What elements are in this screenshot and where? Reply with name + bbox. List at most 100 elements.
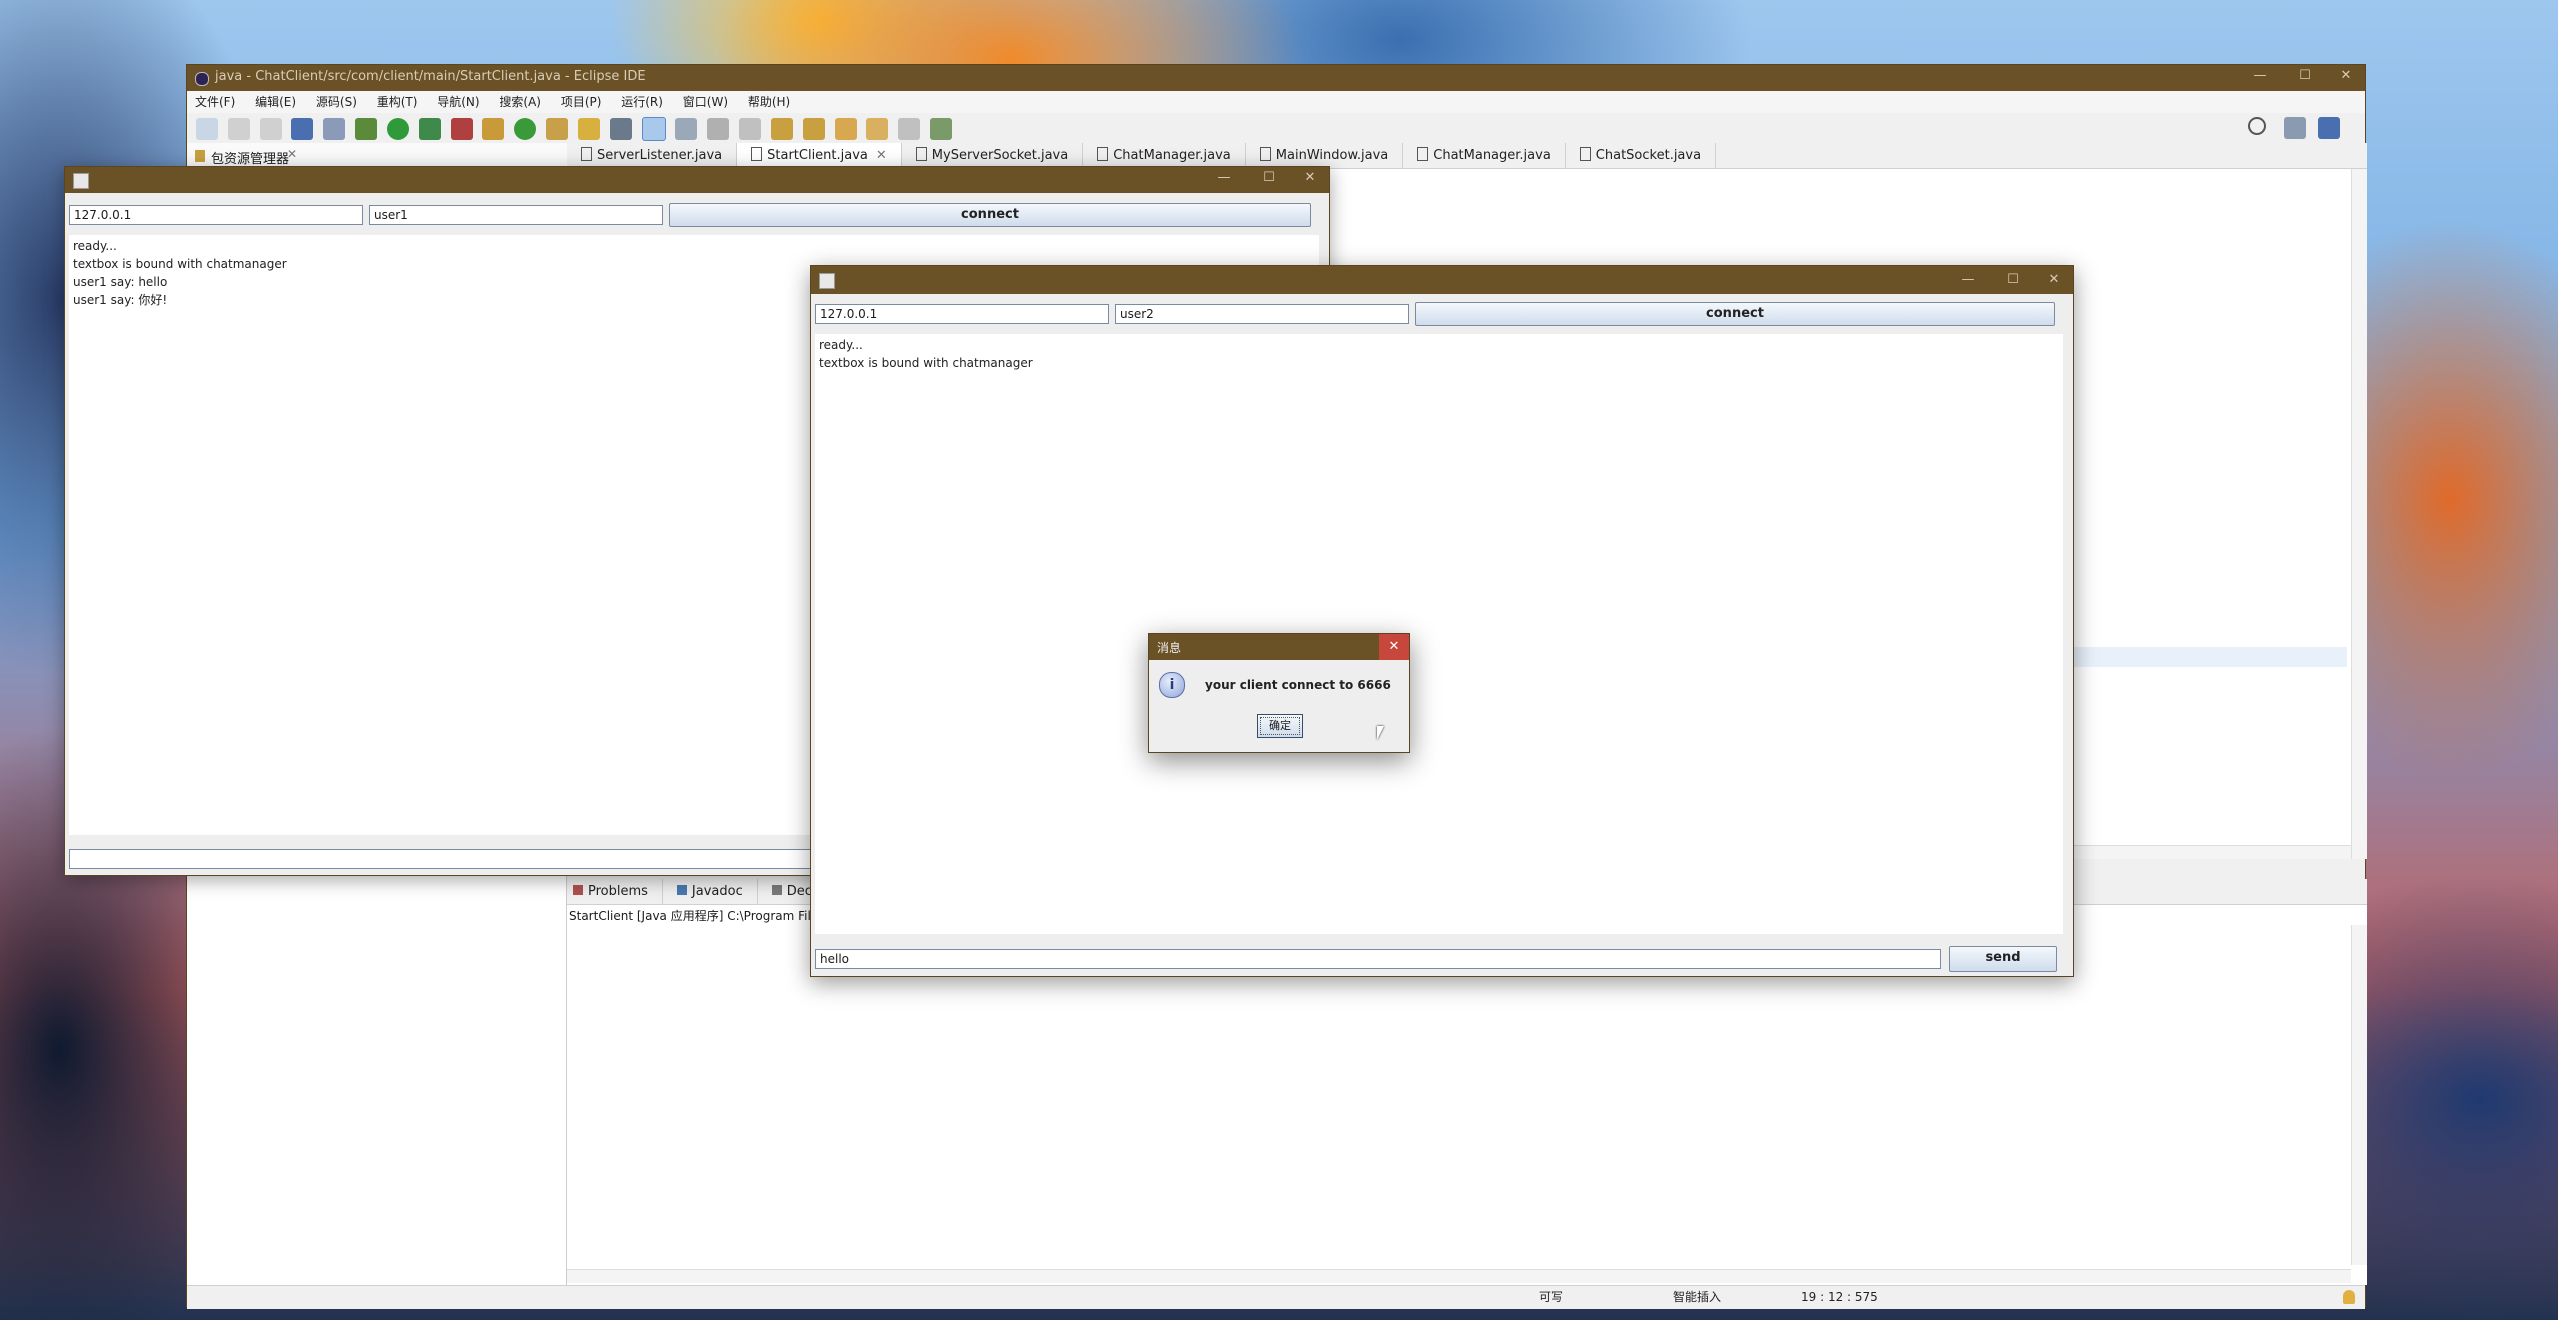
info-icon: i [1159,672,1185,698]
console-header: StartClient [Java 应用程序] C:\Program File [569,909,819,923]
dialog-close-icon[interactable]: ✕ [1379,634,1409,660]
menu-help[interactable]: 帮助(H) [740,91,798,113]
search-tool-icon[interactable] [577,118,600,140]
tab-label: ServerListener.java [597,148,723,163]
open-perspective-icon[interactable] [930,118,953,140]
java-file-icon [915,147,927,161]
dialog-titlebar: 消息 ✕ [1149,634,1409,660]
java-app-icon [73,173,89,189]
java-file-icon [1097,147,1109,161]
run-icon[interactable] [386,118,409,140]
save-all-icon[interactable] [259,118,282,140]
menu-run[interactable]: 运行(R) [613,91,671,113]
mouse-cursor-icon [1377,726,1384,740]
debug-icon[interactable] [355,118,378,140]
new-icon[interactable] [196,118,218,140]
console-horizontal-scrollbar[interactable] [567,1269,2351,1283]
tab-label: ChatManager.java [1113,148,1231,163]
tab-javadoc[interactable]: Javadoc [663,879,758,905]
maximize-icon[interactable]: ☐ [2290,65,2320,87]
menu-refactor[interactable]: 重构(T) [369,91,426,113]
search-icon[interactable] [2248,117,2266,135]
new-class-icon[interactable] [514,118,537,140]
open-type-icon[interactable] [546,118,569,140]
menu-project[interactable]: 项目(P) [553,91,610,113]
client2-connect-button[interactable]: connect [1415,302,2055,326]
client2-message-input[interactable]: hello [815,949,1941,969]
prev-annotation-icon[interactable] [802,118,825,140]
highlight-icon[interactable] [641,117,666,141]
skip-breakpoints-icon[interactable] [323,118,346,140]
client2-log-area[interactable]: ready... textbox is bound with chatmanag… [815,334,2063,934]
perspective-icon[interactable] [2284,117,2306,139]
dialog-message: your client connect to 6666 [1205,678,1391,692]
java-file-icon [1417,147,1429,161]
maximize-icon[interactable]: ☐ [1254,167,1284,189]
terminal-icon[interactable] [291,118,314,140]
tab-label: ChatManager.java [1433,148,1551,163]
close-icon[interactable]: ✕ [2039,269,2069,291]
tab-problems[interactable]: Problems [567,879,663,905]
tab-label: StartClient.java [767,148,868,163]
status-position: 19 : 12 : 575 [1801,1290,1878,1304]
pilcrow-icon[interactable] [739,118,762,140]
client1-user-field[interactable]: user1 [369,205,663,225]
editor-tab[interactable]: ChatSocket.java [1566,143,1717,169]
java-perspective-icon[interactable] [2318,117,2340,139]
close-tab-icon[interactable]: ✕ [287,147,297,161]
status-writable: 可写 [1539,1290,1564,1304]
maximize-icon[interactable]: ☐ [1998,269,2028,291]
editor-tab[interactable]: ChatManager.java [1403,143,1566,169]
java-file-icon [1579,147,1591,161]
menu-source[interactable]: 源码(S) [308,91,365,113]
next-annotation-icon[interactable] [770,118,793,140]
log-line: ready... [73,239,117,253]
eclipse-title: java - ChatClient/src/com/client/main/St… [215,69,646,84]
log-line: textbox is bound with chatmanager [819,356,1033,370]
client1-titlebar: — ☐ ✕ [65,167,1329,193]
close-icon[interactable]: ✕ [1295,167,1325,189]
minimize-icon[interactable]: — [2245,65,2275,87]
client2-user-field[interactable]: user2 [1115,304,1409,324]
client2-window: — ☐ ✕ 127.0.0.1 user2 connect ready... t… [810,265,2074,977]
menu-window[interactable]: 窗口(W) [675,91,736,113]
client1-message-input[interactable] [69,849,829,869]
menu-file[interactable]: 文件(F) [187,91,243,113]
menu-edit[interactable]: 编辑(E) [247,91,304,113]
tab-label: ChatSocket.java [1595,148,1702,163]
client1-connect-button[interactable]: connect [669,203,1311,227]
client1-ip-field[interactable]: 127.0.0.1 [69,205,363,225]
close-tab-icon[interactable]: ✕ [876,148,887,163]
toggle-mark-icon[interactable] [609,118,632,140]
block-select-icon[interactable] [675,118,698,140]
close-icon[interactable]: ✕ [2331,65,2361,87]
problems-icon [573,885,583,895]
menu-navigate[interactable]: 导航(N) [429,91,487,113]
last-edit-icon[interactable] [834,118,857,140]
menu-bar: 文件(F) 编辑(E) 源码(S) 重构(T) 导航(N) 搜索(A) 项目(P… [187,91,2365,113]
package-explorer-tab[interactable]: 包资源管理器 [211,148,289,167]
forward-icon[interactable] [898,118,921,140]
status-bar: 可写 智能插入 19 : 12 : 575 [187,1285,2365,1309]
external-tools-icon[interactable] [450,118,473,140]
minimize-icon[interactable]: — [1953,269,1983,291]
eclipse-logo-icon [195,72,209,86]
new-package-icon[interactable] [482,118,505,140]
vertical-scrollbar[interactable] [2351,169,2367,859]
notification-icon[interactable] [2343,1290,2355,1304]
tab-label: MainWindow.java [1275,148,1389,163]
client2-titlebar: — ☐ ✕ [811,266,2073,294]
client2-send-button[interactable]: send [1949,946,2057,972]
back-icon[interactable] [866,118,889,140]
save-icon[interactable] [227,118,250,140]
console-vertical-scrollbar[interactable] [2351,925,2367,1265]
dialog-ok-button[interactable]: 确定 [1257,714,1303,738]
client2-ip-field[interactable]: 127.0.0.1 [815,304,1109,324]
java-file-icon [1259,147,1271,161]
toolbar [187,113,2365,143]
coverage-icon[interactable] [418,118,441,140]
show-whitespace-icon[interactable] [707,118,730,140]
minimize-icon[interactable]: — [1209,167,1239,189]
java-file-icon [751,147,763,161]
menu-search[interactable]: 搜索(A) [491,91,549,113]
